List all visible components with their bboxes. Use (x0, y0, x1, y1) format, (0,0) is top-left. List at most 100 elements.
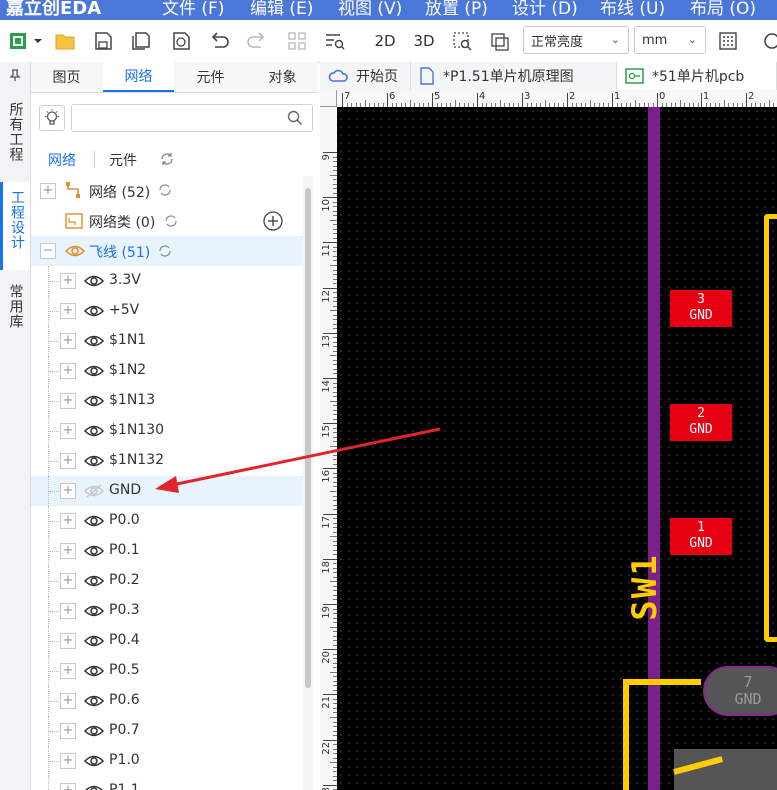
grid-icon[interactable] (715, 28, 741, 54)
eye-icon[interactable] (83, 723, 105, 743)
expand-icon[interactable]: + (60, 783, 76, 790)
eye-icon[interactable] (83, 573, 105, 593)
refresh-icon[interactable] (158, 244, 172, 262)
tab-pcb[interactable]: *51单片机pcb (617, 62, 777, 90)
pad-2[interactable]: 2 GND (670, 404, 732, 441)
tab-common-library[interactable]: 常用库 (0, 284, 30, 354)
net-item[interactable]: + $1N13 (31, 386, 303, 416)
net-item[interactable]: + P0.0 (31, 506, 303, 536)
expand-icon[interactable]: + (60, 423, 76, 439)
expand-icon[interactable]: + (60, 633, 76, 649)
expand-icon[interactable]: + (60, 273, 76, 289)
tab-project-design[interactable]: 工程设计 (0, 182, 30, 270)
menu-layout[interactable]: 布局 (O) (690, 0, 756, 19)
net-item[interactable]: + P1.0 (31, 746, 303, 776)
expand-icon[interactable]: + (60, 483, 76, 499)
brightness-select[interactable]: 正常亮度 ⌄ (523, 26, 629, 54)
net-item[interactable]: + $1N1 (31, 326, 303, 356)
net-item[interactable]: + P0.2 (31, 566, 303, 596)
eye-icon[interactable] (83, 483, 105, 503)
eye-icon[interactable] (83, 753, 105, 773)
eye-icon[interactable] (83, 273, 105, 293)
expand-icon[interactable]: + (60, 303, 76, 319)
expand-icon[interactable]: + (60, 663, 76, 679)
tab-all-projects[interactable]: 所有工程 (0, 102, 30, 182)
eye-icon[interactable] (83, 393, 105, 413)
subtab-part[interactable]: 元件 (109, 150, 137, 170)
search-icon[interactable] (287, 110, 303, 130)
tree-scrollbar-thumb[interactable] (305, 188, 311, 688)
eye-icon[interactable] (84, 783, 104, 790)
unit-select[interactable]: mm ⌄ (634, 26, 706, 54)
expand-icon[interactable]: + (60, 543, 76, 559)
refresh-icon[interactable] (159, 151, 175, 171)
tree-node-nets[interactable]: + 网络 (52) (31, 176, 303, 206)
component-outline[interactable] (764, 214, 777, 642)
save-icon[interactable] (90, 28, 116, 54)
menu-route[interactable]: 布线 (U) (600, 0, 665, 19)
net-item[interactable]: + P1.1 (31, 776, 303, 790)
expand-icon[interactable]: + (60, 603, 76, 619)
expand-icon[interactable]: + (60, 693, 76, 709)
zoom-area-icon[interactable] (450, 28, 476, 54)
eye-icon[interactable] (83, 543, 105, 563)
expand-icon[interactable]: + (40, 183, 56, 199)
settings-icon[interactable] (760, 28, 777, 54)
pcb-canvas[interactable]: SW1 3 GND 2 GND 1 GND 7 GND (337, 107, 777, 790)
expand-icon[interactable]: + (60, 513, 76, 529)
display-layers-icon[interactable] (487, 28, 513, 54)
menu-file[interactable]: 文件 (F) (162, 0, 224, 19)
expand-icon[interactable]: + (60, 723, 76, 739)
tab-sheets[interactable]: 图页 (31, 62, 102, 92)
eye-icon[interactable] (83, 423, 105, 443)
net-item[interactable]: +3.3V (31, 266, 303, 296)
net-item[interactable]: + $1N132 (31, 446, 303, 476)
pad-7[interactable]: 7 GND (703, 666, 777, 716)
expand-icon[interactable]: + (60, 363, 76, 379)
tab-nets[interactable]: 网络 (103, 62, 174, 92)
highlight-bulb-button[interactable] (39, 105, 65, 131)
refresh-icon[interactable] (164, 214, 178, 232)
eye-icon[interactable] (83, 603, 105, 623)
search-input[interactable] (71, 104, 313, 132)
eye-icon[interactable] (83, 333, 105, 353)
eye-icon[interactable] (64, 243, 86, 263)
tree-node-netclass[interactable]: 网络类 (0) (31, 206, 303, 236)
view-2d-button[interactable]: 2D (370, 28, 400, 54)
net-item[interactable]: + P0.4 (31, 626, 303, 656)
net-item[interactable]: + $1N130 (31, 416, 303, 446)
net-item[interactable]: + P0.1 (31, 536, 303, 566)
pad-1[interactable]: 1 GND (670, 518, 732, 555)
redo-icon[interactable] (244, 28, 270, 54)
refresh-icon[interactable] (158, 183, 172, 201)
eye-icon[interactable] (83, 363, 105, 383)
add-icon[interactable] (263, 211, 283, 235)
menu-edit[interactable]: 编辑 (E) (250, 0, 313, 19)
expand-icon[interactable]: + (60, 453, 76, 469)
tree-node-ratlines[interactable]: − 飞线 (51) (31, 236, 303, 266)
undo-icon[interactable] (206, 28, 232, 54)
eye-icon[interactable] (83, 633, 105, 653)
net-item[interactable]: + P0.5 (31, 656, 303, 686)
net-item[interactable]: + P0.7 (31, 716, 303, 746)
view-3d-button[interactable]: 3D (409, 28, 439, 54)
pin-icon[interactable] (0, 68, 30, 88)
expand-icon[interactable]: + (60, 753, 76, 769)
net-item[interactable]: + P0.3 (31, 596, 303, 626)
net-item[interactable]: + $1N2 (31, 356, 303, 386)
net-item[interactable]: + P0.6 (31, 686, 303, 716)
expand-icon[interactable]: + (60, 573, 76, 589)
net-item[interactable]: + +5V (31, 296, 303, 326)
grid-layout-icon[interactable] (284, 28, 310, 54)
subtab-net[interactable]: 网络 (48, 150, 76, 170)
menu-place[interactable]: 放置 (P) (425, 0, 488, 19)
new-project-icon[interactable] (6, 28, 44, 54)
tab-objects[interactable]: 对象 (247, 62, 318, 92)
tab-schematic[interactable]: *P1.51单片机原理图 (411, 62, 617, 90)
collapse-icon[interactable]: − (40, 243, 56, 259)
save-version-icon[interactable] (168, 28, 194, 54)
eye-icon[interactable] (83, 663, 105, 683)
tab-start-page[interactable]: 开始页 (320, 62, 411, 90)
menu-design[interactable]: 设计 (D) (512, 0, 578, 19)
save-all-icon[interactable] (128, 28, 154, 54)
